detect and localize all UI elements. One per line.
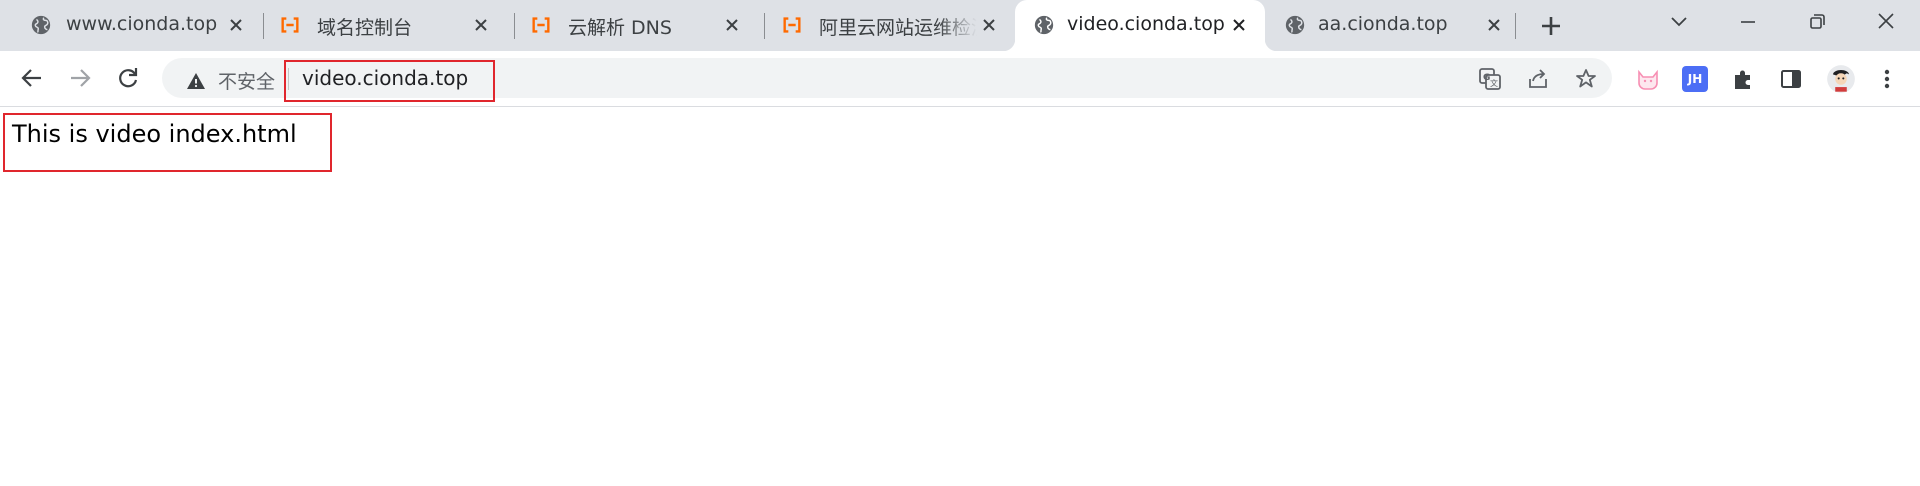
tab-www-cionda[interactable]: www.cionda.top [2,0,260,51]
close-icon[interactable] [722,15,742,35]
tab-video-cionda[interactable]: video.cionda.top [1003,0,1277,51]
content-highlight-box [3,113,332,172]
security-indicator[interactable]: 不安全 [186,67,275,94]
tab-title: 云解析 DNS [568,17,672,39]
close-icon[interactable] [226,15,246,35]
tab-title: 阿里云网站运维检测 [819,17,977,39]
tab-search-chevron-icon[interactable] [1664,10,1694,34]
forward-arrow-icon[interactable] [65,63,95,93]
tab-title: 域名控制台 [317,17,413,39]
tab-divider [1515,13,1516,39]
url-highlight-box [284,60,495,102]
tab-title: aa.cionda.top [1318,13,1448,35]
tab-strip: www.cionda.top 域名控制台 云解析 DNS 阿里云网站运维检测 v… [0,0,1920,51]
globe-icon [31,15,51,35]
warning-icon [187,72,205,89]
profile-avatar[interactable] [1826,64,1856,94]
new-tab-plus-icon[interactable] [1537,12,1565,40]
more-menu-icon[interactable] [1874,66,1900,92]
reload-icon[interactable] [113,63,143,93]
close-window-icon[interactable] [1871,10,1901,34]
restore-icon[interactable] [1802,10,1832,34]
tab-title: www.cionda.top [66,13,218,35]
tab-cloud-dns[interactable]: 云解析 DNS [504,0,756,51]
tab-site-monitor[interactable]: 阿里云网站运维检测 [755,0,1013,51]
share-icon[interactable] [1526,67,1550,91]
jh-label: JH [1687,72,1703,86]
close-icon[interactable] [979,15,999,35]
cat-extension-icon[interactable] [1635,66,1661,92]
close-icon[interactable] [1229,15,1249,35]
side-panel-icon[interactable] [1778,66,1804,92]
globe-icon [1034,15,1054,35]
aliyun-icon [532,17,550,33]
tab-domain-console[interactable]: 域名控制台 [253,0,505,51]
tab-aa-cionda[interactable]: aa.cionda.top [1266,0,1518,51]
globe-icon [1285,15,1305,35]
puzzle-extensions-icon[interactable] [1730,66,1756,92]
aliyun-icon [281,17,299,33]
minimize-icon[interactable] [1733,10,1763,34]
back-arrow-icon[interactable] [17,63,47,93]
translate-icon[interactable]: G 文 [1478,67,1502,91]
aliyun-icon [783,17,801,33]
close-icon[interactable] [471,15,491,35]
jh-extension-icon[interactable]: JH [1682,66,1708,92]
tab-title: video.cionda.top [1067,13,1225,35]
bookmark-star-icon[interactable] [1574,67,1598,91]
svg-text:文: 文 [1490,78,1498,88]
security-label: 不安全 [218,71,276,93]
close-icon[interactable] [1484,15,1504,35]
